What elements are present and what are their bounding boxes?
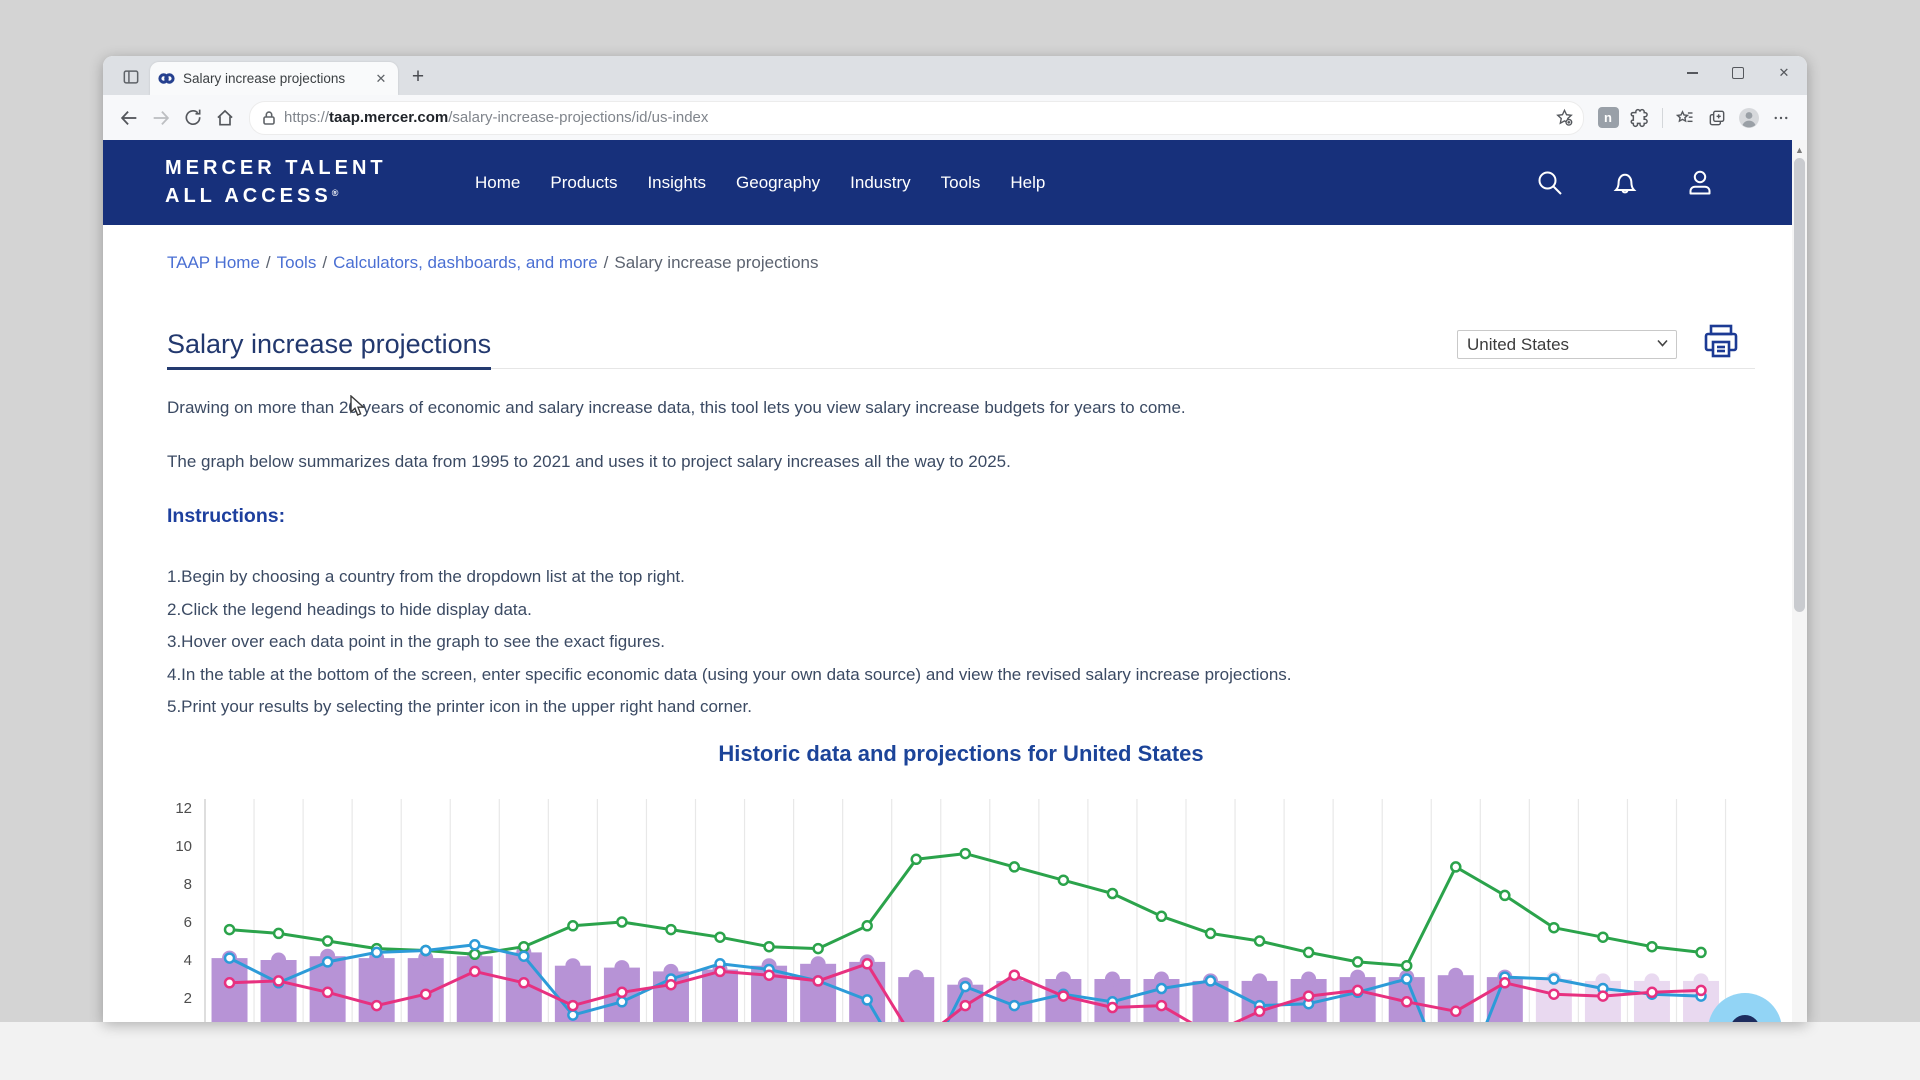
country-select[interactable]: United States bbox=[1457, 330, 1677, 359]
nav-item-help[interactable]: Help bbox=[1010, 173, 1045, 193]
site-header: MERCER TALENT ALL ACCESS® Home Products … bbox=[103, 140, 1807, 225]
add-favorite-icon[interactable] bbox=[1551, 105, 1577, 131]
extensions-icon[interactable] bbox=[1624, 102, 1656, 134]
browser-tab[interactable]: Salary increase projections ✕ bbox=[150, 62, 398, 95]
breadcrumb-link-tools[interactable]: Tools bbox=[277, 253, 317, 272]
more-options-icon[interactable] bbox=[1765, 102, 1797, 134]
title-row: Salary increase projections United State… bbox=[167, 329, 1755, 369]
maximize-button[interactable] bbox=[1715, 56, 1761, 90]
nav-item-home[interactable]: Home bbox=[475, 173, 520, 193]
close-button[interactable]: ✕ bbox=[1761, 56, 1807, 90]
nav-item-tools[interactable]: Tools bbox=[941, 173, 981, 193]
reload-icon[interactable] bbox=[177, 102, 209, 134]
scrollbar-thumb[interactable] bbox=[1794, 158, 1805, 612]
breadcrumb-current: Salary increase projections bbox=[614, 253, 818, 272]
scroll-up-icon[interactable]: ▲ bbox=[1792, 143, 1807, 157]
favicon-mercer bbox=[158, 71, 175, 86]
breadcrumb: TAAP Home/Tools/Calculators, dashboards,… bbox=[167, 253, 1755, 273]
page-viewport: MERCER TALENT ALL ACCESS® Home Products … bbox=[103, 140, 1807, 1022]
url-text: https://taap.mercer.com/salary-increase-… bbox=[284, 109, 1551, 126]
tab-strip: Salary increase projections ✕ + ✕ bbox=[103, 56, 1807, 95]
summary-paragraph: The graph below summarizes data from 199… bbox=[167, 452, 1755, 472]
url-domain: taap.mercer.com bbox=[329, 109, 448, 126]
svg-text:2: 2 bbox=[184, 990, 192, 1007]
instruction-step: 4.In the table at the bottom of the scre… bbox=[167, 659, 1755, 692]
browser-window: Salary increase projections ✕ + ✕ https:… bbox=[103, 56, 1807, 1022]
page-title: Salary increase projections bbox=[167, 329, 491, 370]
nav-item-products[interactable]: Products bbox=[550, 173, 617, 193]
instruction-step: 1.Begin by choosing a country from the d… bbox=[167, 561, 1755, 594]
address-bar[interactable]: https://taap.mercer.com/salary-increase-… bbox=[249, 101, 1584, 135]
chart-title: Historic data and projections for United… bbox=[167, 741, 1755, 767]
nav-item-industry[interactable]: Industry bbox=[850, 173, 910, 193]
lock-icon bbox=[262, 110, 276, 126]
forward-icon[interactable] bbox=[145, 102, 177, 134]
main-navigation: Home Products Insights Geography Industr… bbox=[475, 140, 1045, 225]
instructions-list: 1.Begin by choosing a country from the d… bbox=[167, 561, 1755, 724]
home-icon[interactable] bbox=[209, 102, 241, 134]
tab-close-icon[interactable]: ✕ bbox=[372, 70, 390, 88]
chat-widget-icon bbox=[1730, 1015, 1760, 1022]
account-icon[interactable] bbox=[1685, 168, 1715, 198]
svg-text:6: 6 bbox=[184, 914, 192, 931]
back-icon[interactable] bbox=[113, 102, 145, 134]
tab-actions-icon[interactable] bbox=[118, 64, 144, 90]
tab-title: Salary increase projections bbox=[183, 71, 372, 86]
collections-icon[interactable] bbox=[1701, 102, 1733, 134]
instruction-step: 2.Click the legend headings to hide disp… bbox=[167, 594, 1755, 627]
svg-text:10: 10 bbox=[175, 838, 192, 855]
toolbar-divider bbox=[1662, 108, 1663, 128]
desktop-background bbox=[0, 1022, 1920, 1080]
nav-item-insights[interactable]: Insights bbox=[647, 173, 706, 193]
instructions-heading: Instructions: bbox=[167, 505, 1755, 528]
printer-icon[interactable] bbox=[1700, 321, 1742, 363]
favorites-icon[interactable] bbox=[1669, 102, 1701, 134]
breadcrumb-link-taap-home[interactable]: TAAP Home bbox=[167, 253, 260, 272]
page-body: TAAP Home/Tools/Calculators, dashboards,… bbox=[103, 253, 1807, 767]
salary-projections-chart[interactable]: 2 4 6 8 10 12 bbox=[160, 785, 1740, 1022]
svg-text:12: 12 bbox=[175, 800, 192, 817]
nav-item-geography[interactable]: Geography bbox=[736, 173, 820, 193]
n-extension-icon[interactable]: n bbox=[1592, 102, 1624, 134]
search-icon[interactable] bbox=[1535, 168, 1565, 198]
instruction-step: 3.Hover over each data point in the grap… bbox=[167, 626, 1755, 659]
mercer-taap-logo[interactable]: MERCER TALENT ALL ACCESS® bbox=[165, 156, 387, 209]
notifications-icon[interactable] bbox=[1611, 168, 1639, 198]
profile-avatar[interactable] bbox=[1733, 102, 1765, 134]
svg-text:4: 4 bbox=[184, 952, 192, 969]
toolbar-right-icons: n bbox=[1592, 102, 1797, 134]
window-controls: ✕ bbox=[1669, 56, 1807, 90]
page-scrollbar[interactable]: ▲ bbox=[1792, 140, 1807, 1022]
breadcrumb-link-calculators[interactable]: Calculators, dashboards, and more bbox=[333, 253, 598, 272]
browser-toolbar: https://taap.mercer.com/salary-increase-… bbox=[103, 95, 1807, 140]
instruction-step: 5.Print your results by selecting the pr… bbox=[167, 691, 1755, 724]
header-icons bbox=[1535, 140, 1715, 225]
intro-paragraph: Drawing on more than 20 years of economi… bbox=[167, 398, 1755, 418]
minimize-button[interactable] bbox=[1669, 56, 1715, 90]
new-tab-icon[interactable]: + bbox=[404, 63, 432, 91]
svg-text:8: 8 bbox=[184, 876, 192, 893]
